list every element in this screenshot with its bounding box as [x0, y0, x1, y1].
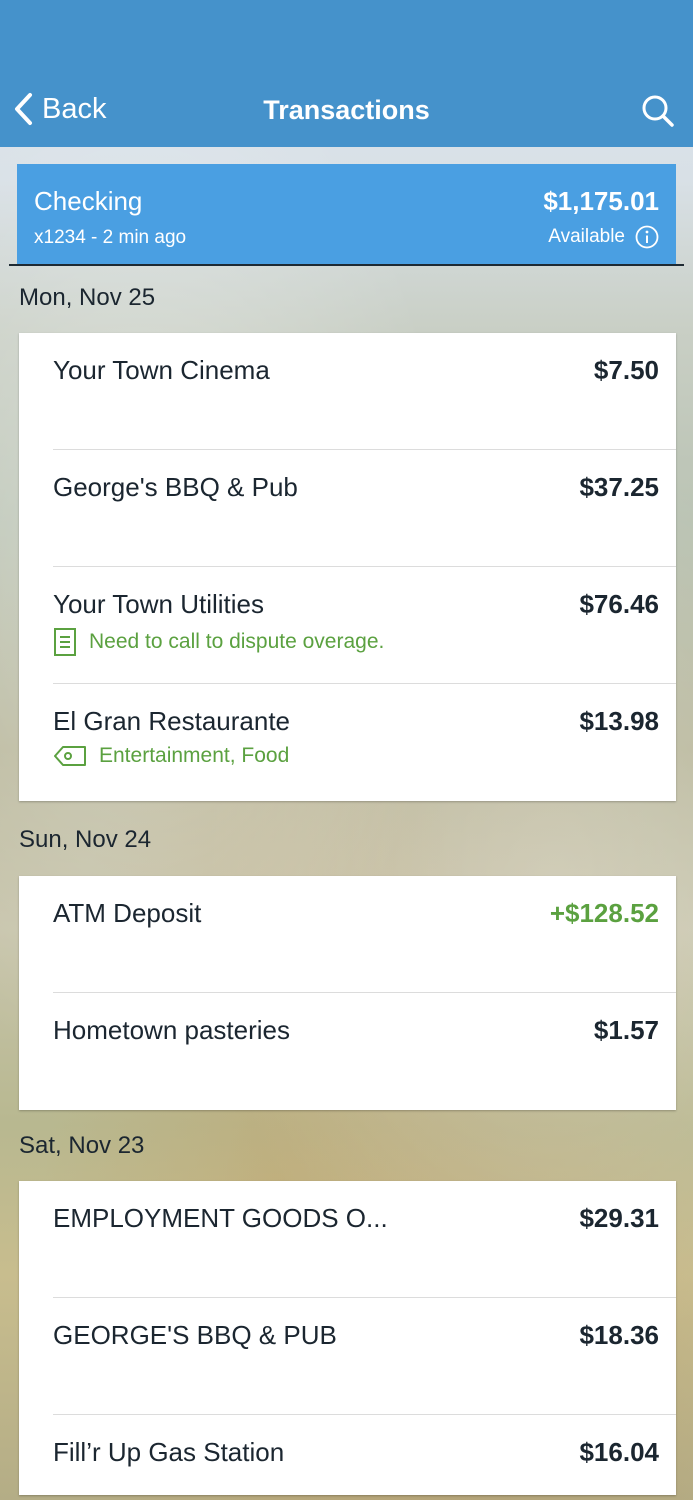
transaction-name: ATM Deposit — [53, 898, 202, 928]
note-text: Need to call to dispute overage. — [89, 630, 385, 653]
account-name: Checking — [34, 186, 143, 216]
transaction-amount: $16.04 — [579, 1437, 659, 1467]
transaction-name: Your Town Cinema — [53, 355, 270, 385]
transaction-row[interactable]: Hometown pasteries $1.57 — [19, 993, 676, 1110]
transaction-card: ATM Deposit +$128.52 Hometown pasteries … — [19, 876, 676, 1110]
account-balance: $1,175.01 — [543, 186, 659, 216]
transaction-amount: $7.50 — [593, 355, 659, 385]
transaction-name: GEORGE'S BBQ & PUB — [53, 1320, 337, 1350]
date-header: Sat, Nov 23 — [19, 1132, 145, 1159]
account-summary[interactable]: Checking x1234 - 2 min ago $1,175.01 Ava… — [17, 164, 676, 264]
transaction-name: El Gran Restaurante — [53, 706, 291, 736]
transaction-card: EMPLOYMENT GOODS O... $29.31 GEORGE'S BB… — [19, 1181, 676, 1495]
date-header: Mon, Nov 25 — [19, 284, 156, 311]
transaction-name: George's BBQ & Pub — [53, 472, 298, 502]
transaction-amount: $76.46 — [579, 589, 659, 619]
account-subtitle: x1234 - 2 min ago — [34, 227, 187, 248]
transaction-tags: Entertainment, Food — [53, 744, 289, 768]
transaction-name: Your Town Utilities — [53, 589, 264, 619]
transaction-card: Your Town Cinema $7.50 George's BBQ & Pu… — [19, 333, 676, 801]
transaction-note: Need to call to dispute overage. — [53, 627, 384, 657]
transaction-row[interactable]: Your Town Utilities $76.46 Need to call … — [19, 567, 676, 684]
header-divider — [9, 264, 684, 266]
transaction-amount: $29.31 — [579, 1203, 659, 1233]
available-label: Available — [548, 226, 625, 247]
search-icon — [642, 95, 674, 127]
transaction-row[interactable]: George's BBQ & Pub $37.25 — [19, 450, 676, 567]
transaction-amount: +$128.52 — [549, 898, 659, 928]
search-button[interactable] — [641, 94, 675, 133]
transaction-row[interactable]: GEORGE'S BBQ & PUB $18.36 — [19, 1298, 676, 1415]
transaction-name: Hometown pasteries — [53, 1015, 290, 1045]
transaction-name: EMPLOYMENT GOODS O... — [53, 1203, 388, 1233]
transaction-amount: $13.98 — [579, 706, 659, 736]
transaction-row[interactable]: El Gran Restaurante $13.98 Entertainment… — [19, 684, 676, 801]
transaction-amount: $18.36 — [579, 1320, 659, 1350]
page-title: Transactions — [263, 95, 430, 125]
transaction-row[interactable]: ATM Deposit +$128.52 — [19, 876, 676, 993]
date-header: Sun, Nov 24 — [19, 826, 152, 853]
transaction-amount: $1.57 — [593, 1015, 659, 1045]
available-row: Available — [548, 225, 659, 249]
nav-header: Back Transactions — [0, 0, 693, 147]
transaction-amount: $37.25 — [579, 472, 659, 502]
note-icon — [54, 628, 76, 656]
transaction-row[interactable]: Your Town Cinema $7.50 — [19, 333, 676, 450]
tags-text: Entertainment, Food — [99, 744, 290, 767]
transaction-row[interactable]: Fill’r Up Gas Station $16.04 — [19, 1415, 676, 1495]
transaction-row[interactable]: EMPLOYMENT GOODS O... $29.31 — [19, 1181, 676, 1298]
transaction-name: Fill’r Up Gas Station — [53, 1437, 285, 1467]
tag-icon — [54, 746, 86, 766]
info-icon[interactable] — [635, 225, 659, 249]
